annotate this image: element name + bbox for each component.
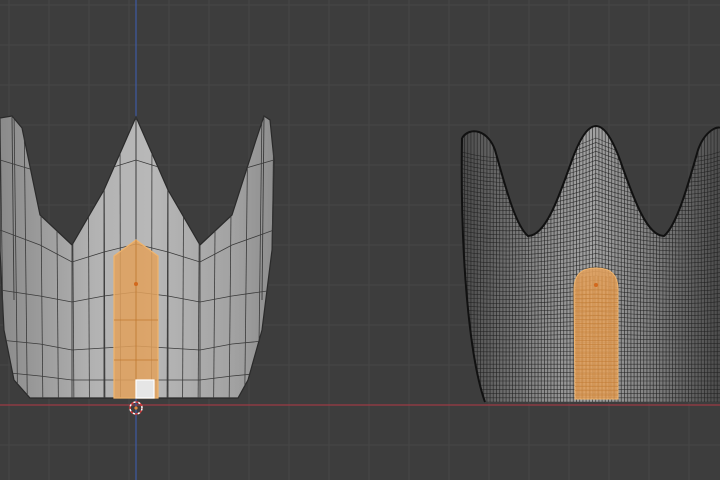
subdivided-crown[interactable]	[455, 120, 720, 410]
low-poly-crown[interactable]	[0, 110, 275, 400]
3d-viewport[interactable]	[0, 0, 720, 480]
face-center-dot	[594, 283, 598, 287]
object-origin-icon[interactable]	[134, 406, 138, 410]
face-center-dot	[134, 282, 138, 286]
subdivided-selected-faces[interactable]	[573, 267, 619, 400]
active-vertex-icon[interactable]	[135, 379, 155, 399]
